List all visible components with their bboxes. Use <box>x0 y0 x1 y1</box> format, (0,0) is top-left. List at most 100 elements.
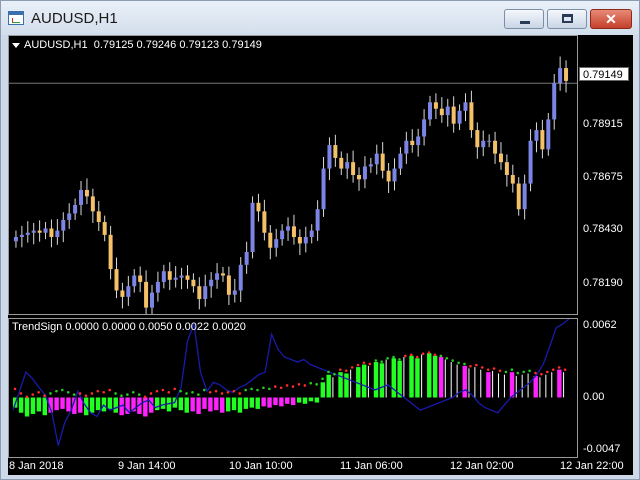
candle-body <box>451 106 456 124</box>
candle-body <box>339 157 344 169</box>
candlestick-chart <box>9 56 577 314</box>
maximize-button[interactable] <box>547 9 587 29</box>
histogram-bar <box>220 397 225 413</box>
trend-dot <box>208 391 212 394</box>
histogram-bar <box>154 397 160 411</box>
histogram-bar <box>361 364 367 398</box>
candle-body <box>416 136 421 146</box>
minimize-icon <box>520 21 530 24</box>
candle-body <box>493 140 498 154</box>
candle-body <box>457 110 462 124</box>
dropdown-arrow-icon[interactable] <box>12 43 20 48</box>
candle-body <box>31 230 36 233</box>
minimize-button[interactable] <box>504 9 544 29</box>
candle-body <box>321 168 326 210</box>
histogram-bar <box>113 397 118 413</box>
trend-dot <box>149 392 153 395</box>
histogram-bar <box>30 397 36 414</box>
histogram-bar <box>444 359 446 398</box>
trend-dot <box>238 392 242 395</box>
title-bar[interactable]: AUDUSD,H1 ✕ <box>1 1 639 35</box>
histogram-bar <box>409 355 414 398</box>
histogram-bar <box>391 358 396 398</box>
trend-dot <box>457 361 460 365</box>
trend-dot <box>427 351 431 354</box>
time-label: 12 Jan 22:00 <box>560 460 624 472</box>
histogram-bar <box>202 397 207 409</box>
trend-dot <box>96 389 100 393</box>
candle-body <box>191 279 196 287</box>
trend-dot <box>256 388 259 392</box>
trend-dot <box>522 370 525 374</box>
trend-dot <box>61 388 64 392</box>
trend-dot <box>321 377 324 381</box>
trend-dot <box>362 361 366 365</box>
indicator-panel[interactable] <box>8 318 578 458</box>
chart-area[interactable]: AUDUSD,H1 0.79125 0.79246 0.79123 0.7914… <box>8 35 633 475</box>
trend-dot <box>398 358 401 361</box>
trend-dot <box>202 388 206 392</box>
trend-dot <box>102 391 106 394</box>
candle-body <box>439 108 444 116</box>
trend-dot <box>368 362 372 366</box>
trend-dot <box>356 363 360 367</box>
candle-body <box>268 232 273 248</box>
trend-dot <box>374 359 378 362</box>
histogram-bar <box>438 356 444 398</box>
trend-dot <box>232 389 236 393</box>
trend-dot <box>404 354 407 358</box>
trend-dot <box>480 366 484 369</box>
histogram-bar <box>237 397 243 413</box>
trend-dot <box>510 368 514 371</box>
trend-dot <box>155 389 159 393</box>
trend-dot <box>268 387 271 391</box>
candle-body <box>315 209 320 231</box>
histogram-bar <box>521 374 523 398</box>
trend-dot <box>143 395 147 399</box>
time-label: 11 Jan 06:00 <box>340 460 403 472</box>
histogram-bar <box>539 377 541 398</box>
candle-body <box>256 202 261 212</box>
histogram-bar <box>314 397 320 403</box>
histogram-bar <box>296 397 302 403</box>
trend-dot <box>409 353 413 357</box>
candle-body <box>96 211 101 223</box>
histogram-bar <box>273 397 278 406</box>
histogram-bar <box>415 358 420 398</box>
candle-body <box>79 189 84 205</box>
trend-dot <box>126 393 129 396</box>
candle-body <box>167 271 172 280</box>
indicator-info: TrendSign 0.0000 0.0000 0.0050 0.0022 0.… <box>12 321 246 333</box>
trend-dot <box>191 391 194 394</box>
trend-dot <box>504 370 508 374</box>
trend-dot <box>303 384 307 387</box>
candle-body <box>155 281 160 293</box>
candle-body <box>90 196 95 212</box>
candle-body <box>25 232 30 235</box>
trend-dot <box>380 360 384 363</box>
candle-body <box>386 170 391 182</box>
trend-dot <box>31 393 35 396</box>
close-button[interactable]: ✕ <box>590 9 632 29</box>
candle-body <box>422 119 427 137</box>
trend-dot <box>344 369 348 373</box>
histogram-bar <box>196 397 201 414</box>
candle-body <box>398 153 403 169</box>
candle-body <box>345 162 350 169</box>
price-chart[interactable] <box>8 35 578 315</box>
candle-body <box>19 234 24 238</box>
trend-dot <box>463 362 466 366</box>
histogram-bar <box>214 397 219 411</box>
histogram-bar <box>462 365 467 398</box>
trend-dot <box>72 393 76 396</box>
histogram-bar <box>54 397 59 411</box>
price-level-label: 0.78190 <box>583 277 623 289</box>
candle-body <box>546 119 551 150</box>
candle-body <box>262 211 267 233</box>
trend-dot <box>392 355 395 359</box>
trend-dot <box>339 368 342 371</box>
histogram-bar <box>255 397 260 409</box>
candle-body <box>528 140 533 184</box>
trend-dot <box>273 385 277 388</box>
trend-dot <box>528 369 531 373</box>
